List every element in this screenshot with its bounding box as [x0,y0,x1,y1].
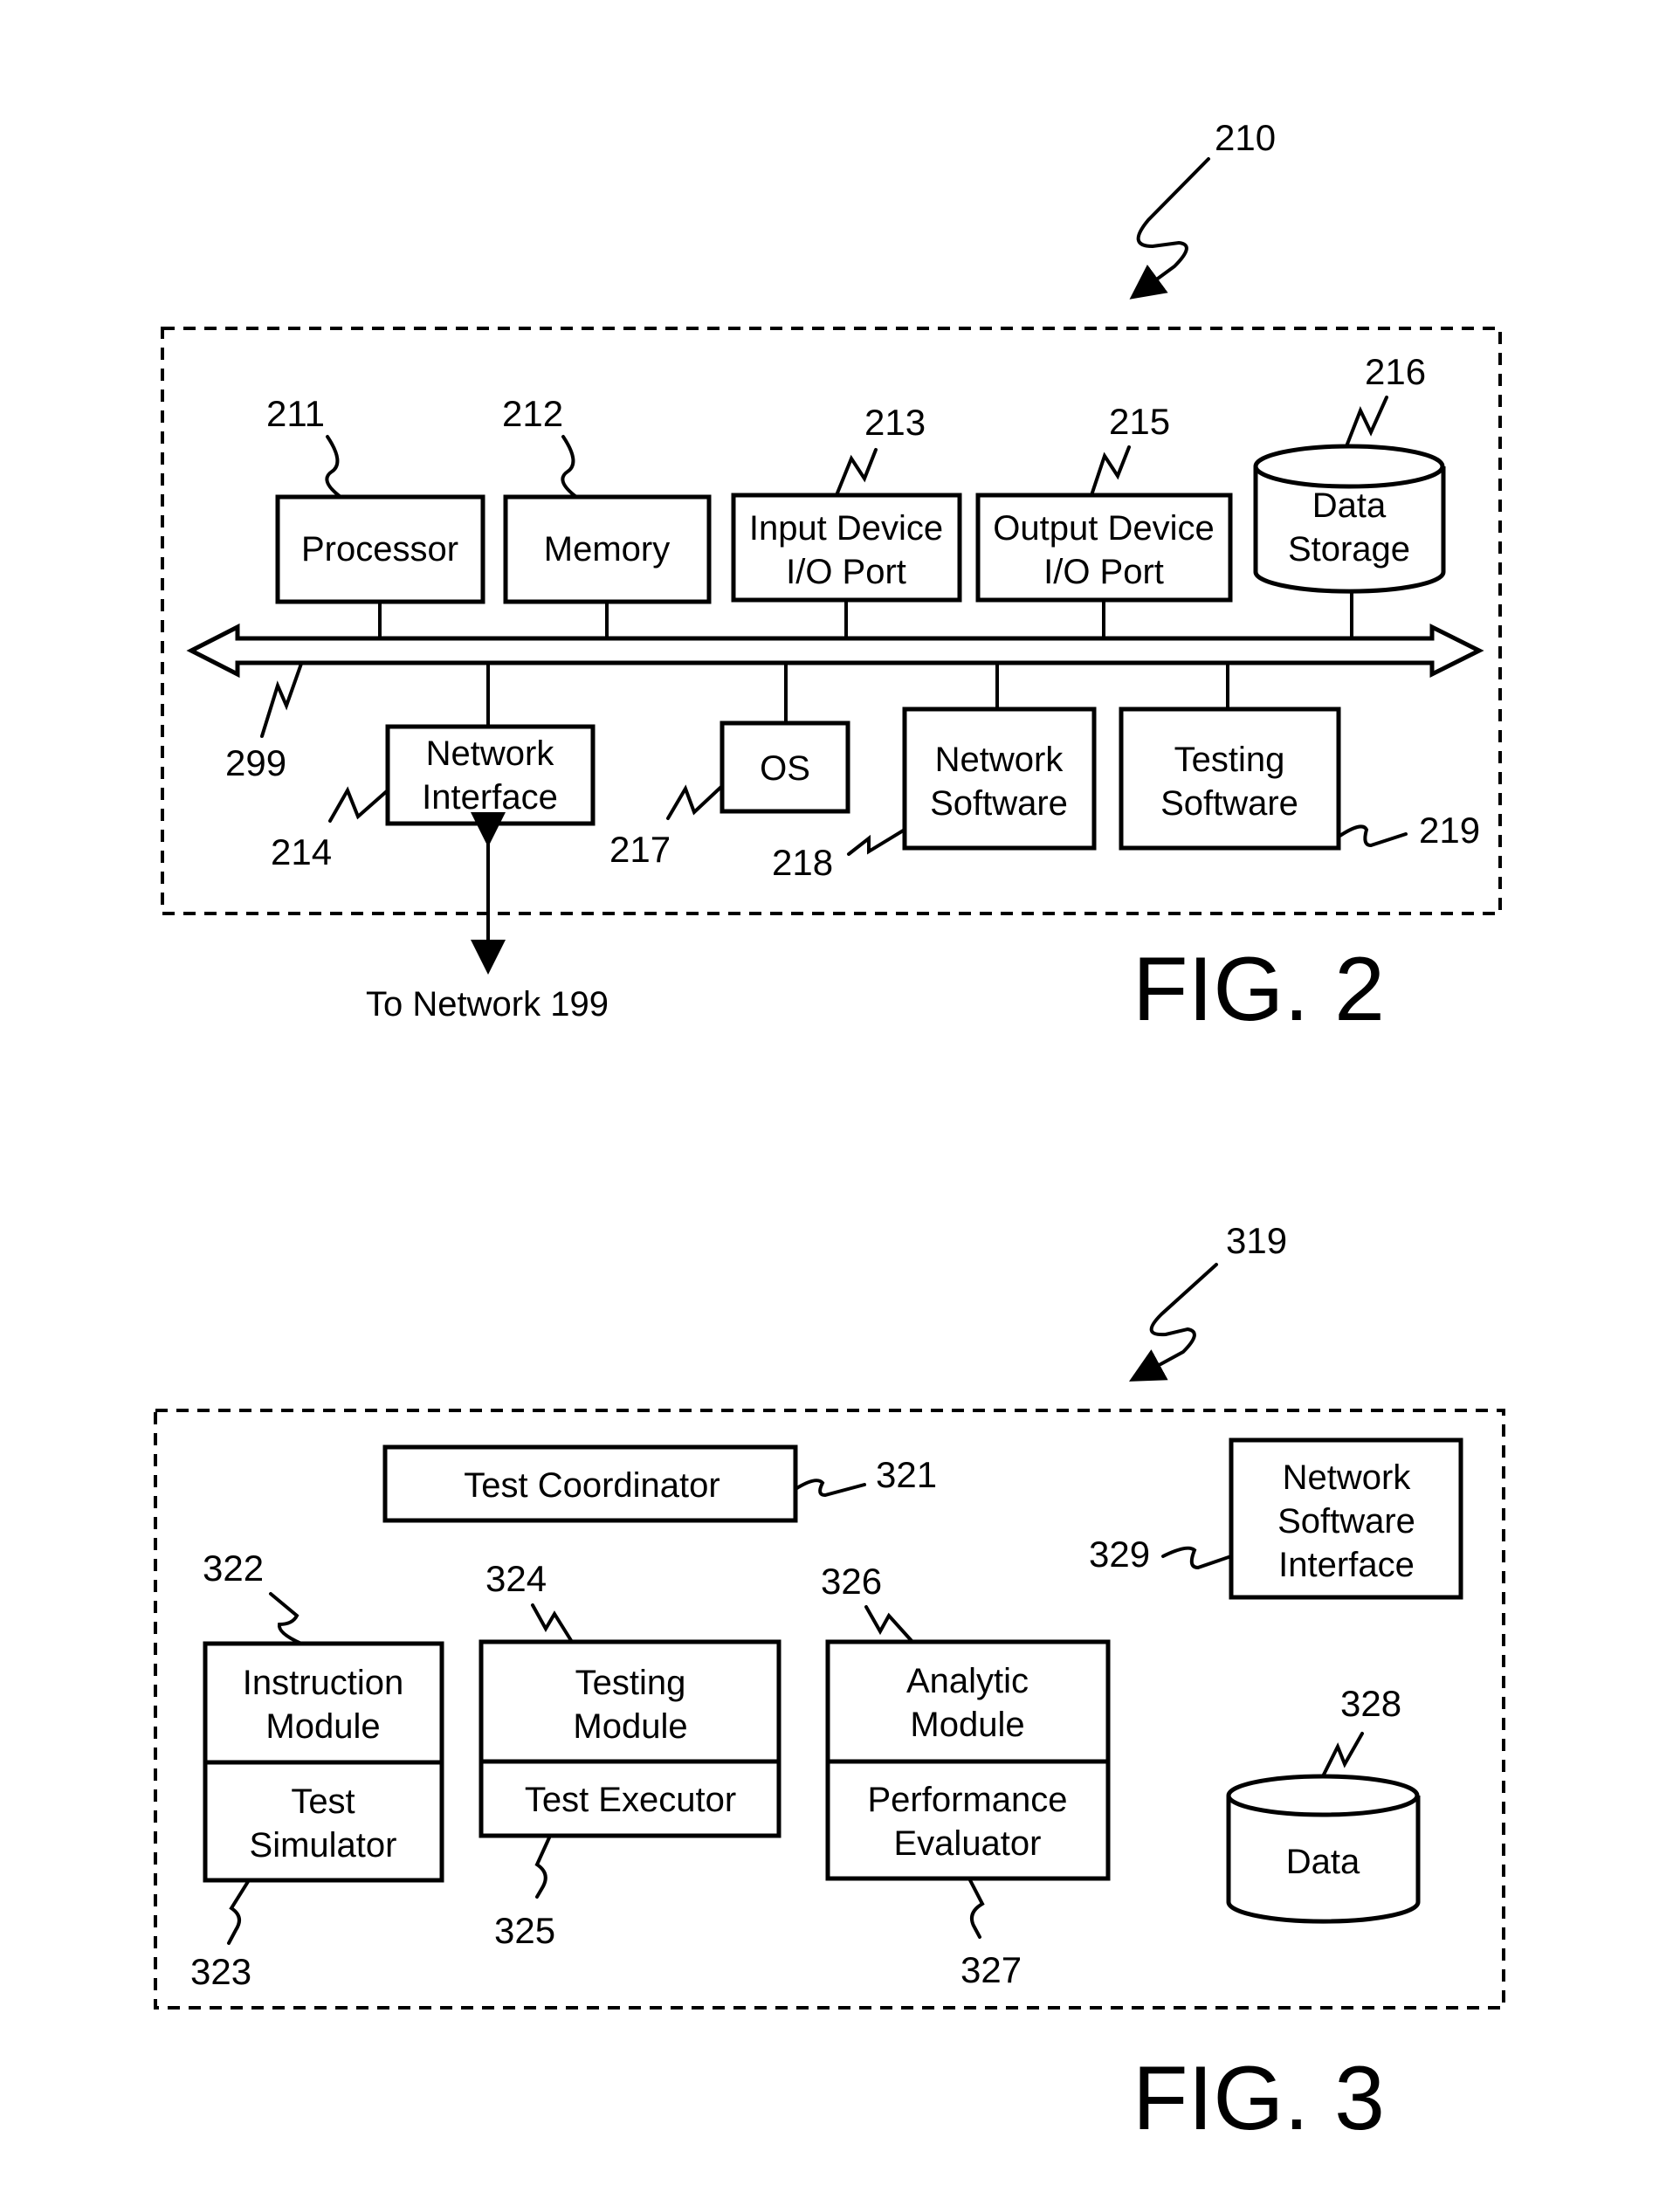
test-coordinator-leader [794,1479,866,1498]
data-storage-label-line2: Storage [1288,530,1410,569]
analytic-module-leader [864,1605,914,1644]
testing-module-leader [531,1603,574,1644]
fig3-ref-label: 319 [1226,1220,1287,1261]
bus-leader [260,662,303,738]
input-port-label-line2: I/O Port [786,553,906,591]
network-link-label: To Network 199 [366,985,609,1024]
system-bus [186,623,1484,679]
test-simulator-label-line1: Test [291,1782,355,1821]
test-executor-label: Test Executor [525,1781,736,1819]
fig2-ref-label: 210 [1215,117,1276,158]
output-port-ref: 215 [1109,401,1170,442]
testing-module-label-line2: Module [573,1707,687,1746]
instruction-module-label-line1: Instruction [243,1664,404,1702]
data-ref: 328 [1340,1683,1401,1724]
data-storage-label-line1: Data [1312,486,1387,525]
input-port-ref: 213 [864,402,926,443]
data-storage-top [1253,444,1445,489]
testing-module-ref: 324 [485,1558,547,1599]
processor-label: Processor [301,530,458,569]
test-simulator-leader [227,1879,251,1945]
performance-evaluator-leader [967,1877,985,1939]
os-leader [666,784,724,820]
network-software-interface-label-line3: Interface [1278,1546,1415,1584]
memory-leader [561,435,578,499]
testing-software-ref: 219 [1419,810,1480,851]
testing-software-label-line2: Software [1160,784,1298,823]
test-simulator-label-line2: Simulator [250,1826,397,1865]
os-ref: 217 [609,829,671,870]
network-software-ref: 218 [772,842,833,883]
data-storage-leader [1345,396,1388,448]
performance-evaluator-ref: 327 [960,1949,1022,1990]
data-cylinder-top [1226,1774,1420,1817]
bus-ref: 299 [225,742,286,783]
input-port-leader [835,448,878,497]
fig3: 319 Test Coordinator 321 Network Softwar… [154,1220,1505,2149]
network-software-label-line1: Network [935,741,1064,779]
testing-software-label-line1: Testing [1174,741,1285,779]
output-port-label-line2: I/O Port [1043,553,1164,591]
analytic-module-ref: 326 [821,1561,882,1602]
input-port-label-line1: Input Device [749,509,943,548]
performance-evaluator-label-line2: Evaluator [894,1824,1042,1863]
fig2-ref-arrow [1129,157,1210,300]
data-leader [1321,1732,1364,1778]
performance-evaluator-label-line1: Performance [868,1781,1068,1819]
network-software-leader [847,828,906,856]
network-interface-label-line2: Interface [422,778,558,817]
test-coordinator-label: Test Coordinator [464,1466,720,1505]
os-label: OS [760,749,810,788]
fig3-ref-arrow [1128,1263,1218,1382]
test-coordinator-ref: 321 [876,1454,937,1495]
test-executor-ref: 325 [494,1910,555,1951]
fig2-caption: FIG. 2 [1133,939,1385,1040]
testing-software-leader [1337,824,1408,848]
processor-leader [325,435,342,499]
fig2: 210 Processor 211 Memory 212 Input Devic… [161,117,1502,1040]
network-software-label-line2: Software [930,784,1068,823]
network-interface-ref: 214 [271,831,332,872]
instruction-module-label-line2: Module [265,1707,380,1746]
memory-label: Memory [544,530,670,569]
network-software-interface-label-line2: Software [1277,1502,1415,1541]
output-port-leader [1090,445,1131,497]
processor-ref: 211 [266,393,325,434]
analytic-module-label-line1: Analytic [906,1662,1029,1700]
patent-drawing-sheet: 210 Processor 211 Memory 212 Input Devic… [154,117,1505,2149]
instruction-module-leader [269,1592,303,1645]
output-port-label-line1: Output Device [993,509,1214,548]
testing-module-label-line1: Testing [575,1664,686,1702]
network-interface-label-line1: Network [426,734,555,773]
test-executor-leader [534,1834,552,1899]
network-software-interface-leader [1161,1546,1233,1570]
fig3-caption: FIG. 3 [1133,2048,1385,2149]
instruction-module-ref: 322 [203,1548,264,1589]
network-software-interface-label-line1: Network [1283,1458,1412,1497]
network-software-interface-ref: 329 [1089,1534,1150,1575]
analytic-module-label-line2: Module [910,1706,1024,1744]
memory-ref: 212 [502,393,563,434]
network-interface-leader [328,786,389,823]
test-simulator-ref: 323 [190,1951,251,1992]
data-storage-ref: 216 [1365,351,1426,392]
data-label: Data [1286,1843,1360,1881]
